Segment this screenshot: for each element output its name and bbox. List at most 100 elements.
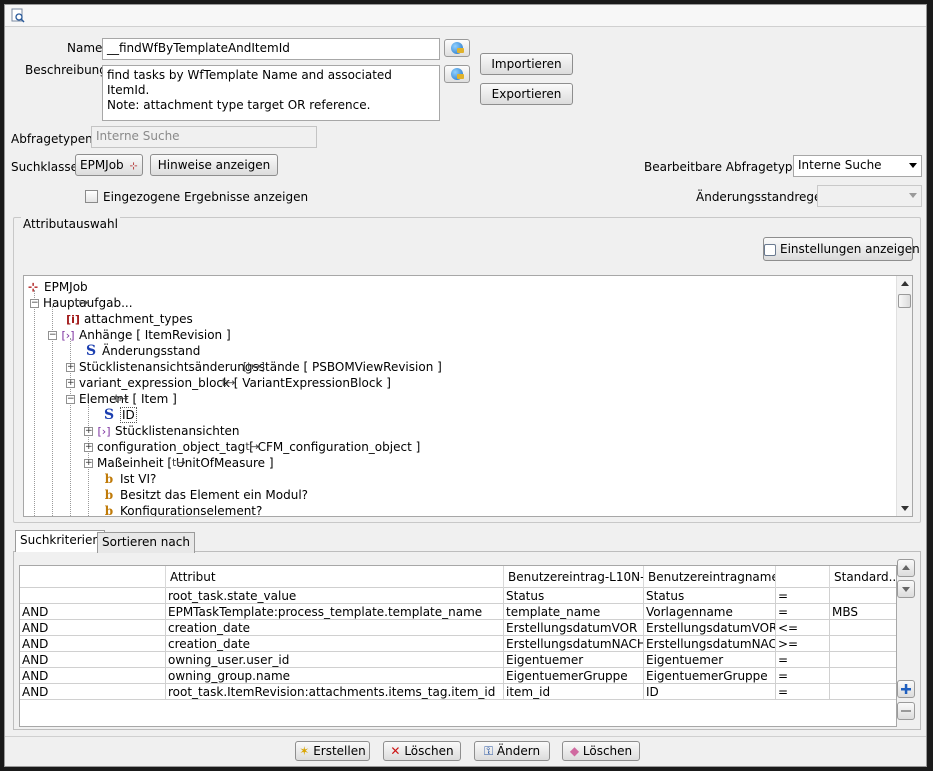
tree-node-epmjob[interactable]: ⊹ EPMJob [26, 279, 88, 295]
table-cell[interactable] [830, 620, 896, 636]
tree-node-ist-vi[interactable]: b Ist VI? [102, 471, 157, 487]
editable-querytypes-select[interactable]: Interne Suche [793, 155, 922, 177]
table-cell[interactable] [830, 652, 896, 668]
tree-node-configuration-object-tag[interactable]: + t↦ configuration_object_tag [ CFM_config… [84, 439, 420, 455]
table-cell[interactable] [830, 588, 896, 604]
attribute-tree[interactable]: ⊹ EPMJob − t↦ Hauptaufgab... [i] attachment_… [23, 275, 913, 517]
add-row-button[interactable] [897, 680, 915, 698]
table-cell[interactable]: AND [20, 620, 166, 636]
localize-description-button[interactable] [444, 65, 470, 83]
table-cell[interactable]: AND [20, 604, 166, 620]
tree-node-variant-expression-block[interactable]: + t↦ variant_expression_block [ VariantExp… [66, 375, 391, 391]
tree-node-stuecklistenansichten[interactable]: + [›] Stücklistenansichten [84, 423, 240, 439]
table-row[interactable]: AND owning_group.name EigentuemerGruppe Eig… [20, 668, 896, 684]
table-row[interactable]: AND creation_date ErstellungsdatumNACH Erst… [20, 636, 896, 652]
tree-node-aenderungsstand[interactable]: S Änderungsstand [84, 343, 200, 359]
scroll-down-icon[interactable] [901, 506, 909, 511]
table-cell[interactable]: root_task.state_value [166, 588, 504, 604]
tree-node-masseinheit[interactable]: + t↦ Maßeinheit [ UnitOfMeasure ] [84, 455, 274, 471]
search-document-icon[interactable] [11, 8, 25, 23]
table-cell[interactable]: AND [20, 636, 166, 652]
table-cell[interactable]: Eigentuemer [644, 652, 776, 668]
table-cell[interactable]: Status [504, 588, 644, 604]
tree-node-element[interactable]: − t↦ Element [ Item ] [66, 391, 177, 407]
table-cell[interactable]: EigentuemerGruppe [504, 668, 644, 684]
table-cell[interactable] [830, 668, 896, 684]
table-cell[interactable]: owning_group.name [166, 668, 504, 684]
column-header-default[interactable]: Standard... [830, 566, 896, 588]
tree-node-stuecklistenansichtsaenderungsstaende[interactable]: + [t↦] Stücklistenansichtsänderungsstände … [66, 359, 442, 375]
table-cell[interactable]: <= [776, 620, 830, 636]
scroll-thumb[interactable] [898, 294, 911, 308]
table-cell[interactable]: = [776, 652, 830, 668]
revision-rule-select[interactable] [817, 185, 922, 207]
table-row[interactable]: AND owning_user.user_id Eigentuemer Eigentu… [20, 652, 896, 668]
table-cell[interactable]: ErstellungsdatumNACH [504, 636, 644, 652]
table-row[interactable]: root_task.state_value Status Status = [20, 588, 896, 604]
table-cell[interactable]: >= [776, 636, 830, 652]
table-cell[interactable]: ID [644, 684, 776, 700]
scroll-up-icon[interactable] [901, 281, 909, 286]
table-row[interactable]: AND creation_date ErstellungsdatumVOR Erste… [20, 620, 896, 636]
table-cell[interactable]: AND [20, 684, 166, 700]
move-down-button[interactable] [897, 580, 915, 598]
table-cell[interactable]: ErstellungsdatumVOR [504, 620, 644, 636]
collapse-icon[interactable]: − [48, 331, 57, 340]
column-header-l10n[interactable]: Benutzereintrag-L10N-... [504, 566, 644, 588]
create-button[interactable]: ✶ Erstellen [295, 741, 370, 761]
show-settings-button[interactable]: Einstellungen anzeigen [763, 237, 920, 261]
table-cell[interactable]: AND [20, 652, 166, 668]
change-button[interactable]: ⚿ Ändern [474, 741, 550, 761]
tree-node-id[interactable]: S ID [102, 407, 137, 423]
table-cell[interactable]: = [776, 604, 830, 620]
table-cell[interactable]: = [776, 668, 830, 684]
tree-node-konfigurationselement[interactable]: b Konfigurationselement? [102, 503, 263, 516]
description-textarea[interactable]: find tasks by WfTemplate Name and associ… [102, 65, 440, 121]
column-header-operator[interactable] [776, 566, 830, 588]
expand-icon[interactable]: + [84, 427, 93, 436]
export-button[interactable]: Exportieren [480, 83, 573, 105]
table-cell[interactable]: MBS [830, 604, 896, 620]
table-cell[interactable]: EigentuemerGruppe [644, 668, 776, 684]
table-cell[interactable]: creation_date [166, 636, 504, 652]
delete-button[interactable]: ✕ Löschen [383, 741, 461, 761]
criteria-table[interactable]: Attribut Benutzereintrag-L10N-... Benutz… [19, 565, 897, 727]
table-cell[interactable]: owning_user.user_id [166, 652, 504, 668]
table-row[interactable]: AND root_task.ItemRevision:attachments.it… [20, 684, 896, 700]
table-cell[interactable]: Vorlagenname [644, 604, 776, 620]
table-cell[interactable]: Status [644, 588, 776, 604]
tree-node-anhaenge[interactable]: − [›] Anhänge [ ItemRevision ] [48, 327, 231, 343]
table-cell[interactable]: ErstellungsdatumVOR [644, 620, 776, 636]
table-cell[interactable]: AND [20, 668, 166, 684]
name-input[interactable]: __findWfByTemplateAndItemId [102, 38, 440, 60]
table-cell[interactable]: template_name [504, 604, 644, 620]
table-cell[interactable]: EPMTaskTemplate:process_template.templat… [166, 604, 504, 620]
table-cell[interactable]: root_task.ItemRevision:attachments.items… [166, 684, 504, 700]
table-cell[interactable]: = [776, 684, 830, 700]
tree-node-hauptaufgabe[interactable]: − t↦ Hauptaufgab... [30, 295, 133, 311]
table-cell[interactable]: item_id [504, 684, 644, 700]
table-row[interactable]: AND EPMTaskTemplate:process_template.temp… [20, 604, 896, 620]
tab-sortieren-nach[interactable]: Sortieren nach [97, 532, 195, 553]
table-cell[interactable] [830, 684, 896, 700]
show-retracted-checkbox[interactable] [85, 190, 98, 203]
table-cell[interactable]: = [776, 588, 830, 604]
import-button[interactable]: Importieren [480, 53, 573, 75]
column-header-attribut[interactable]: Attribut [166, 566, 504, 588]
localize-name-button[interactable] [444, 39, 470, 57]
searchclass-button[interactable]: EPMJob ⊹ [75, 154, 143, 176]
tab-suchkriterien[interactable]: Suchkriterien [15, 530, 105, 552]
show-hints-button[interactable]: Hinweise anzeigen [150, 154, 278, 176]
tree-node-besitzt-modul[interactable]: b Besitzt das Element ein Modul? [102, 487, 308, 503]
clear-button[interactable]: ◆ Löschen [562, 741, 640, 761]
column-header-logic[interactable] [20, 566, 166, 588]
table-cell[interactable]: creation_date [166, 620, 504, 636]
table-cell[interactable]: ErstellungsdatumNACH [644, 636, 776, 652]
tree-node-attachment-types[interactable]: [i] attachment_types [66, 311, 193, 327]
tree-scrollbar[interactable] [896, 276, 912, 516]
remove-row-button[interactable] [897, 702, 915, 720]
table-cell[interactable]: Eigentuemer [504, 652, 644, 668]
table-cell[interactable] [20, 588, 166, 604]
table-cell[interactable] [830, 636, 896, 652]
move-up-button[interactable] [897, 559, 915, 577]
